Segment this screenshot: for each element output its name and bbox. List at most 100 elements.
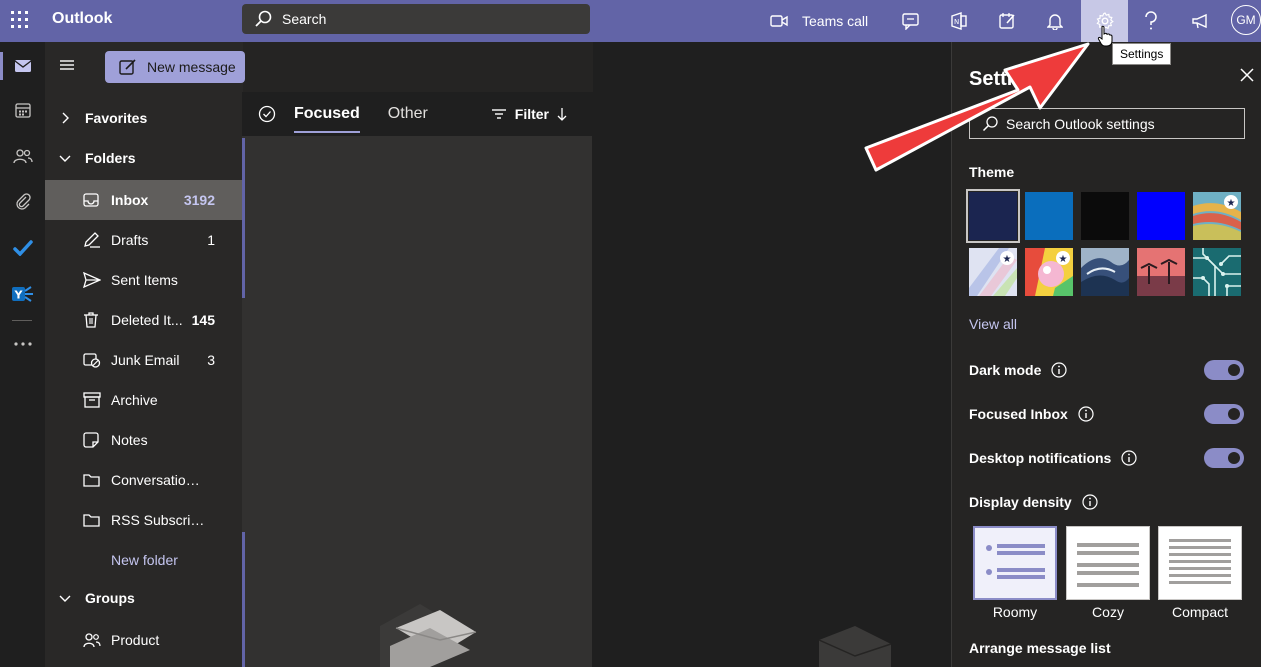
folder-icon <box>83 473 111 487</box>
app-rail: Y <box>0 42 45 667</box>
todo-note-icon[interactable] <box>986 0 1028 42</box>
favorites-section[interactable]: Favorites <box>45 98 243 138</box>
folder-item-drafts[interactable]: Drafts 1 <box>45 220 243 260</box>
settings-search-placeholder: Search Outlook settings <box>1006 115 1155 132</box>
folder-item-sent[interactable]: Sent Items <box>45 260 243 300</box>
new-folder-link[interactable]: New folder <box>45 540 243 580</box>
theme-swatch-palms[interactable] <box>1137 248 1185 296</box>
hamburger-menu-icon[interactable] <box>59 59 75 71</box>
folders-section[interactable]: Folders <box>45 138 243 178</box>
groups-label: Groups <box>85 590 135 606</box>
trash-icon <box>83 312 111 328</box>
density-label-compact: Compact <box>1171 604 1229 620</box>
folder-item-deleted[interactable]: Deleted It... 145 <box>45 300 243 340</box>
svg-text:★: ★ <box>1227 198 1236 209</box>
info-icon[interactable] <box>1078 406 1094 422</box>
focused-inbox-toggle[interactable] <box>1204 404 1244 424</box>
rail-yammer-button[interactable]: Y <box>0 272 45 316</box>
settings-panel: Settings Search Outlook settings Theme ★… <box>951 42 1261 667</box>
feedback-megaphone-icon[interactable] <box>1180 0 1222 42</box>
filter-button[interactable]: Filter <box>491 92 567 136</box>
info-icon[interactable] <box>1082 494 1098 510</box>
more-icon <box>13 342 32 346</box>
theme-swatch-pastel[interactable]: ★ <box>969 248 1017 296</box>
item-count: 1 <box>207 232 215 248</box>
folder-label: Inbox <box>111 192 149 208</box>
rail-people-button[interactable] <box>0 134 45 178</box>
theme-label: Theme <box>969 164 1015 180</box>
theme-swatch-bright-blue[interactable] <box>1137 192 1185 240</box>
settings-search-input[interactable]: Search Outlook settings <box>969 108 1245 139</box>
folder-item-notes[interactable]: Notes <box>45 420 243 460</box>
folder-label: Junk Email <box>111 352 180 368</box>
select-all-check-icon[interactable] <box>258 105 276 123</box>
theme-swatch-blue[interactable] <box>1025 192 1073 240</box>
new-message-button[interactable]: New message <box>105 51 245 83</box>
tab-other[interactable]: Other <box>388 105 428 123</box>
svg-text:N: N <box>954 18 959 26</box>
group-item-product[interactable]: Product <box>45 620 243 660</box>
theme-swatch-wave[interactable] <box>1081 248 1129 296</box>
density-option-cozy[interactable] <box>1066 526 1150 600</box>
chevron-right-icon <box>45 112 85 124</box>
folder-label: Sent Items <box>111 272 178 288</box>
empty-state-envelope-icon <box>815 626 895 667</box>
rail-mail-button[interactable] <box>0 44 45 88</box>
group-label: Product <box>111 632 160 648</box>
notes-icon <box>83 432 111 448</box>
close-icon[interactable] <box>1240 68 1254 82</box>
help-icon[interactable] <box>1130 0 1172 42</box>
view-all-themes-link[interactable]: View all <box>969 316 1017 332</box>
bell-icon[interactable] <box>1034 0 1076 42</box>
drafts-icon <box>83 232 111 248</box>
theme-swatch-rainbow[interactable]: ★ <box>1193 192 1241 240</box>
search-icon <box>982 115 998 132</box>
density-option-compact[interactable] <box>1158 526 1242 600</box>
teams-call-button[interactable]: Teams call <box>770 0 868 42</box>
unread-indicator <box>242 138 245 298</box>
folders-label: Folders <box>85 150 136 166</box>
dark-mode-label: Dark mode <box>969 362 1042 378</box>
chat-icon[interactable] <box>890 0 932 42</box>
theme-swatch-black[interactable] <box>1081 192 1129 240</box>
app-title: Outlook <box>52 10 113 27</box>
app-launcher-icon[interactable] <box>8 8 32 32</box>
office-icon[interactable]: N <box>938 0 980 42</box>
svg-text:Y: Y <box>13 289 23 302</box>
folder-item-archive[interactable]: Archive <box>45 380 243 420</box>
rail-divider <box>12 320 32 321</box>
folder-item-conversation[interactable]: Conversation ... <box>45 460 243 500</box>
people-icon <box>12 148 33 164</box>
display-density-label: Display density <box>969 494 1072 510</box>
svg-text:★: ★ <box>1059 254 1068 265</box>
tab-focused[interactable]: Focused <box>294 92 360 136</box>
info-icon[interactable] <box>1051 362 1067 378</box>
yammer-icon: Y <box>11 285 34 303</box>
filter-icon <box>491 108 507 120</box>
avatar[interactable]: GM <box>1231 5 1261 35</box>
unread-count: 3192 <box>183 192 215 208</box>
folder-item-rss[interactable]: RSS Subscripti... <box>45 500 243 540</box>
desktop-notifications-toggle[interactable] <box>1204 448 1244 468</box>
arrange-message-list-label: Arrange message list <box>969 640 1111 656</box>
dark-mode-toggle[interactable] <box>1204 360 1244 380</box>
theme-swatch-circuit[interactable] <box>1193 248 1241 296</box>
groups-section[interactable]: Groups <box>45 578 243 618</box>
chevron-down-icon <box>45 594 85 602</box>
density-option-roomy[interactable] <box>973 526 1057 600</box>
teams-call-label: Teams call <box>802 13 869 29</box>
theme-swatch-unicorn[interactable]: ★ <box>1025 248 1073 296</box>
sent-icon <box>83 272 111 288</box>
rail-more-button[interactable] <box>0 322 45 366</box>
folder-item-junk[interactable]: Junk Email 3 <box>45 340 243 380</box>
folder-item-inbox[interactable]: Inbox 3192 <box>45 180 243 220</box>
rail-todo-button[interactable] <box>0 226 45 270</box>
search-input[interactable]: Search <box>242 4 590 34</box>
folder-label: Conversation ... <box>111 472 207 488</box>
info-icon[interactable] <box>1121 450 1137 466</box>
reading-pane <box>593 42 951 667</box>
calendar-icon <box>14 102 31 118</box>
theme-swatch-dark-navy[interactable] <box>966 189 1020 243</box>
rail-calendar-button[interactable] <box>0 88 45 132</box>
rail-files-button[interactable] <box>0 180 45 224</box>
